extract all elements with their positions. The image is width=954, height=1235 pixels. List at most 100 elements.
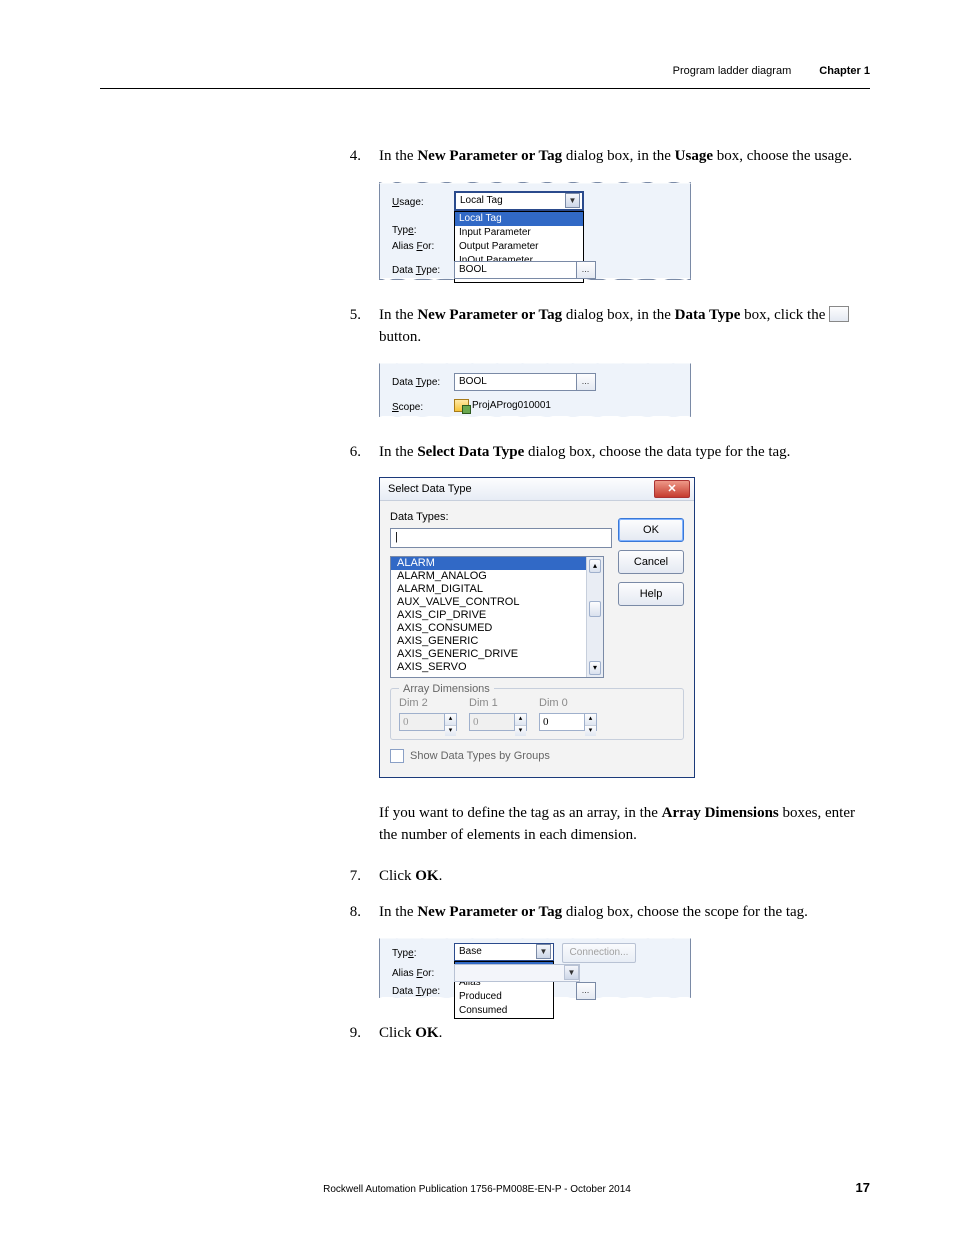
- list-item[interactable]: ALARM_DIGITAL: [391, 583, 603, 596]
- label-data-type: Data Type:: [392, 263, 440, 278]
- scrollbar[interactable]: ▴ ▾: [586, 557, 603, 677]
- figure-usage-dropdown: Usage: Type: Alias For: Data Type: Local…: [379, 182, 873, 280]
- step-6-text: In the Select Data Type dialog box, choo…: [379, 441, 873, 464]
- figure-select-data-type-dialog: Select Data Type ✕ Data Types: | ALARM A…: [379, 477, 873, 778]
- dim-0: Dim 0 ▴▾: [539, 695, 597, 732]
- footer-text: Rockwell Automation Publication 1756-PM0…: [0, 1184, 954, 1195]
- array-dimensions-legend: Array Dimensions: [399, 681, 494, 698]
- ok-button[interactable]: OK: [618, 518, 684, 542]
- scroll-down-icon[interactable]: ▾: [589, 661, 601, 675]
- usage-option-output-parameter[interactable]: Output Parameter: [455, 240, 583, 254]
- spinner-up-icon: ▴: [515, 714, 526, 726]
- label-scope: Scope:: [392, 400, 423, 415]
- usage-combo-value: Local Tag: [460, 193, 503, 208]
- type-option-consumed[interactable]: Consumed: [455, 1004, 553, 1018]
- page-header: Program ladder diagram Chapter 1: [673, 65, 870, 77]
- step-6: 6. In the Select Data Type dialog box, c…: [343, 441, 873, 464]
- list-item[interactable]: AUX_VALVE_CONTROL: [391, 596, 603, 609]
- label-type-2: Type:: [392, 946, 416, 961]
- step-4: 4. In the New Parameter or Tag dialog bo…: [343, 145, 873, 168]
- label-usage: Usage:: [392, 195, 424, 210]
- close-button[interactable]: ✕: [654, 480, 690, 498]
- dim-0-spinner[interactable]: ▴▾: [539, 713, 597, 731]
- spinner-up-icon: ▴: [445, 714, 456, 726]
- list-item[interactable]: AXIS_GENERIC: [391, 635, 603, 648]
- step-6-number: 6.: [343, 441, 361, 464]
- list-item[interactable]: AXIS_GENERIC_DRIVE: [391, 648, 603, 661]
- chevron-down-icon[interactable]: ▼: [536, 944, 551, 959]
- type-option-produced[interactable]: Produced: [455, 990, 553, 1004]
- connection-button: Connection...: [562, 943, 636, 963]
- spinner-down-icon: ▾: [515, 726, 526, 737]
- dim-1-input: [469, 713, 514, 731]
- step-6-followup: If you want to define the tag as an arra…: [379, 802, 873, 847]
- spinner-up-icon[interactable]: ▴: [585, 714, 596, 726]
- list-item[interactable]: ALARM: [391, 557, 603, 570]
- data-type-field[interactable]: BOOL: [454, 261, 580, 279]
- usage-option-local-tag[interactable]: Local Tag: [455, 212, 583, 226]
- scope-value-row: ProjAProg010001: [454, 398, 551, 413]
- page: { "header": { "section": "Program ladder…: [0, 0, 954, 1235]
- spinner-down-icon[interactable]: ▾: [585, 726, 596, 737]
- list-item[interactable]: AXIS_CIP_DRIVE: [391, 609, 603, 622]
- alias-for-combo-disabled: ▼: [454, 964, 580, 982]
- search-input-value: |: [395, 529, 398, 546]
- figure-data-type-row: Data Type: BOOL … Scope: ProjAProg010001: [379, 363, 873, 417]
- dim-0-input[interactable]: [539, 713, 584, 731]
- select-data-type-dialog: Select Data Type ✕ Data Types: | ALARM A…: [379, 477, 695, 778]
- chevron-down-icon[interactable]: ▼: [565, 193, 580, 208]
- ellipsis-button-2[interactable]: …: [576, 373, 596, 391]
- dim-2-input: [399, 713, 444, 731]
- dim-0-label: Dim 0: [539, 695, 597, 712]
- list-item[interactable]: AXIS_CONSUMED: [391, 622, 603, 635]
- label-type: Type:: [392, 223, 416, 238]
- ellipsis-button-4[interactable]: …: [576, 982, 596, 1000]
- help-button[interactable]: Help: [618, 582, 684, 606]
- header-chapter: Chapter 1: [819, 65, 870, 77]
- figure-type-dropdown: Type: Alias For: Data Type: Base ▼ Base …: [379, 938, 873, 998]
- label-alias-for-2: Alias For:: [392, 966, 434, 981]
- step-5-text: In the New Parameter or Tag dialog box, …: [379, 304, 873, 349]
- list-item[interactable]: ALARM_ANALOG: [391, 570, 603, 583]
- data-type-search-input[interactable]: |: [390, 528, 612, 548]
- dialog-button-column: OK Cancel Help: [618, 518, 684, 606]
- step-4-number: 4.: [343, 145, 361, 168]
- dim-2-spinner: ▴▾: [399, 713, 457, 731]
- step-7: 7. Click OK.: [343, 865, 873, 888]
- scroll-up-icon[interactable]: ▴: [589, 559, 601, 573]
- cancel-button[interactable]: Cancel: [618, 550, 684, 574]
- dim-1: Dim 1 ▴▾: [469, 695, 527, 732]
- step-7-text: Click OK.: [379, 865, 873, 888]
- scroll-thumb[interactable]: [589, 601, 601, 617]
- main-content: 4. In the New Parameter or Tag dialog bo…: [343, 145, 873, 1058]
- type-combo-value: Base: [459, 944, 482, 959]
- header-section-title: Program ladder diagram: [673, 65, 792, 77]
- array-dimensions-group: Array Dimensions Dim 2 ▴▾ Dim 1: [390, 688, 684, 741]
- program-icon: [454, 399, 469, 412]
- dim-1-spinner: ▴▾: [469, 713, 527, 731]
- scope-value: ProjAProg010001: [472, 398, 551, 413]
- header-rule: [100, 88, 870, 89]
- data-type-field-2[interactable]: BOOL: [454, 373, 580, 391]
- step-4-text: In the New Parameter or Tag dialog box, …: [379, 145, 873, 168]
- step-9-number: 9.: [343, 1022, 361, 1045]
- data-type-field-value: BOOL: [459, 262, 487, 277]
- dim-2: Dim 2 ▴▾: [399, 695, 457, 732]
- step-8-number: 8.: [343, 901, 361, 924]
- data-type-field-2-value: BOOL: [459, 374, 487, 389]
- step-9: 9. Click OK.: [343, 1022, 873, 1045]
- label-data-type-4: Data Type:: [392, 984, 440, 999]
- checkbox-icon[interactable]: [390, 749, 404, 763]
- ellipsis-icon: [829, 306, 849, 322]
- step-9-text: Click OK.: [379, 1022, 873, 1045]
- list-item[interactable]: AXIS_SERVO: [391, 661, 603, 674]
- step-5-number: 5.: [343, 304, 361, 349]
- data-type-listbox[interactable]: ALARM ALARM_ANALOG ALARM_DIGITAL AUX_VAL…: [390, 556, 604, 678]
- label-data-type-2: Data Type:: [392, 375, 440, 390]
- dialog-title: Select Data Type: [388, 481, 472, 498]
- dialog-titlebar: Select Data Type ✕: [380, 478, 694, 501]
- usage-option-input-parameter[interactable]: Input Parameter: [455, 226, 583, 240]
- ellipsis-button[interactable]: …: [576, 261, 596, 279]
- chevron-down-icon: ▼: [564, 965, 579, 980]
- show-by-groups-row[interactable]: Show Data Types by Groups: [390, 748, 684, 765]
